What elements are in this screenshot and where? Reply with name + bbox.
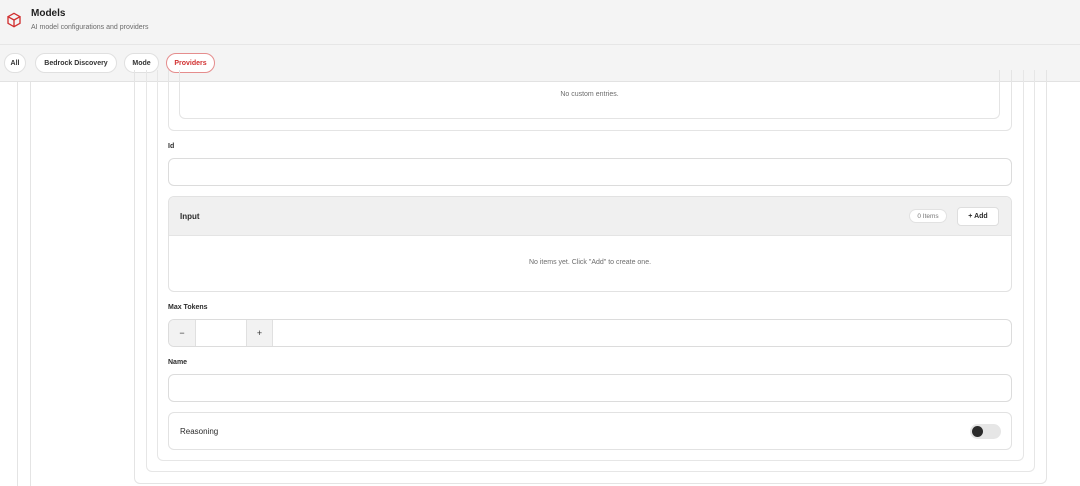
- input-list-header: Input 0 Items + Add: [169, 197, 1011, 236]
- cube-icon: [7, 12, 21, 28]
- tree-guide-line: [17, 82, 18, 486]
- page-header: Models AI model configurations and provi…: [0, 0, 1080, 45]
- reasoning-label: Reasoning: [180, 427, 219, 436]
- toggle-knob: [972, 426, 983, 437]
- id-label: Id: [168, 143, 175, 150]
- item-count-badge: 0 Items: [909, 209, 947, 223]
- decrement-button[interactable]: −: [169, 320, 196, 346]
- custom-entries-empty-text: No custom entries.: [560, 91, 619, 98]
- tab-bedrock-discovery[interactable]: Bedrock Discovery: [35, 53, 117, 73]
- max-tokens-stepper: − +: [168, 319, 1012, 347]
- input-list-section: Input 0 Items + Add No items yet. Click …: [168, 196, 1012, 292]
- input-list-title: Input: [180, 212, 200, 221]
- reasoning-row: Reasoning: [168, 412, 1012, 450]
- tab-all[interactable]: All: [4, 53, 26, 73]
- id-field[interactable]: [168, 158, 1012, 186]
- increment-button[interactable]: +: [246, 320, 273, 346]
- reasoning-toggle[interactable]: [970, 424, 1001, 439]
- page-title: Models: [31, 8, 66, 19]
- page-subtitle: AI model configurations and providers: [31, 24, 149, 31]
- input-list-empty-text: No items yet. Click "Add" to create one.: [528, 259, 652, 266]
- name-label: Name: [168, 359, 188, 366]
- tree-guide-line: [30, 82, 31, 486]
- max-tokens-label: Max Tokens: [168, 304, 208, 311]
- add-item-button[interactable]: + Add: [957, 207, 999, 226]
- name-field[interactable]: [168, 374, 1012, 402]
- max-tokens-input[interactable]: [196, 320, 246, 346]
